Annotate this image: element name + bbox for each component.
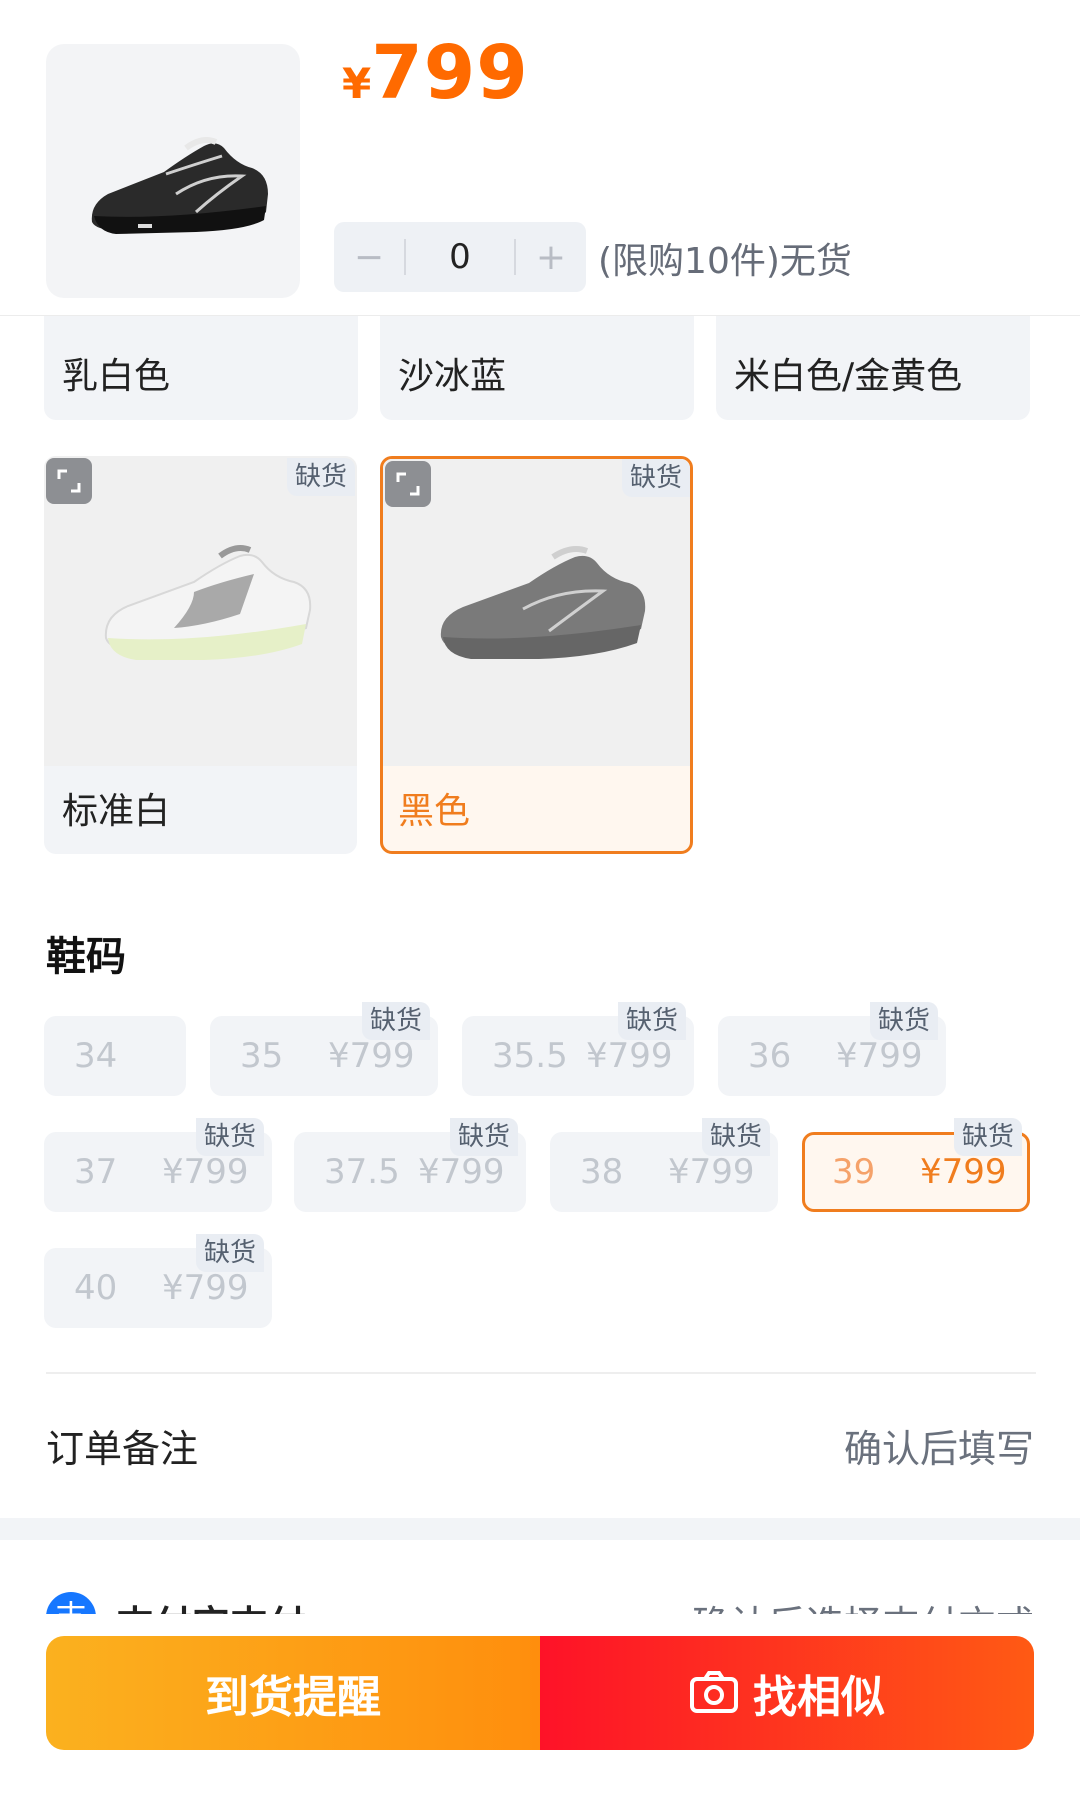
black-shoe-image <box>91 137 268 234</box>
increase-button[interactable]: + <box>516 222 586 292</box>
size-value: 35 <box>240 1036 284 1076</box>
white-shoe-image <box>104 545 312 660</box>
size-price: ¥799 <box>586 1036 673 1076</box>
size-option[interactable]: 37.5 ¥799 缺货 <box>294 1118 526 1212</box>
size-price: ¥799 <box>162 1268 249 1308</box>
expand-image-icon[interactable] <box>385 461 431 507</box>
out-of-stock-badge: 缺货 <box>621 459 690 497</box>
price-currency: ¥ <box>342 59 372 108</box>
size-value: 38 <box>580 1152 624 1192</box>
price-value: 799 <box>371 30 529 116</box>
size-value: 40 <box>74 1268 118 1308</box>
expand-image-icon[interactable] <box>46 458 92 504</box>
out-of-stock-badge: 缺货 <box>701 1118 770 1156</box>
stock-limit-note: (限购10件)无货 <box>598 241 852 282</box>
size-value: 36 <box>748 1036 792 1076</box>
size-value: 35.5 <box>492 1036 568 1076</box>
quantity-stepper[interactable]: − 0 + <box>334 222 586 292</box>
color-option-milk-white[interactable]: 乳白色 <box>44 300 358 420</box>
out-of-stock-badge: 缺货 <box>869 1002 938 1040</box>
color-option-sand-blue[interactable]: 沙冰蓝 <box>380 300 694 420</box>
size-section-title: 鞋码 <box>46 934 126 980</box>
restock-notify-label: 到货提醒 <box>205 1672 381 1723</box>
size-option-selected[interactable]: 39 ¥799 缺货 <box>802 1118 1030 1212</box>
size-price: ¥799 <box>162 1152 249 1192</box>
section-divider <box>46 1372 1036 1374</box>
size-option[interactable]: 40 ¥799 缺货 <box>44 1234 272 1328</box>
size-price: ¥799 <box>418 1152 505 1192</box>
color-option-label: 黑色 <box>398 791 471 832</box>
size-value: 37.5 <box>324 1152 400 1192</box>
color-option-image <box>383 459 690 766</box>
size-option[interactable]: 34 <box>44 1016 186 1096</box>
out-of-stock-badge: 缺货 <box>195 1234 264 1272</box>
color-option-black[interactable]: 缺货 黑色 <box>380 456 693 854</box>
alipay-icon: 支 <box>46 1592 96 1614</box>
size-option[interactable]: 38 ¥799 缺货 <box>550 1118 778 1212</box>
color-option-label: 标准白 <box>62 791 171 832</box>
product-summary-header: ¥799 − 0 + (限购10件)无货 <box>0 0 1080 316</box>
color-option-label: 乳白色 <box>62 356 171 397</box>
size-price: ¥799 <box>836 1036 923 1076</box>
payment-method-label: 支付宝支付 <box>116 1594 306 1614</box>
out-of-stock-badge: 缺货 <box>361 1002 430 1040</box>
black-shoe-image <box>440 546 646 659</box>
out-of-stock-badge: 缺货 <box>286 458 355 496</box>
camera-icon <box>690 1671 738 1713</box>
out-of-stock-badge: 缺货 <box>617 1002 686 1040</box>
color-option-image <box>44 456 357 766</box>
size-option[interactable]: 35 ¥799 缺货 <box>210 1002 438 1096</box>
size-value: 37 <box>74 1152 118 1192</box>
size-option[interactable]: 35.5 ¥799 缺货 <box>462 1002 694 1096</box>
size-value: 34 <box>74 1036 118 1076</box>
order-remark-label: 订单备注 <box>46 1427 199 1471</box>
color-option-cream-gold[interactable]: 米白色/金黄色 <box>716 300 1030 420</box>
size-option[interactable]: 37 ¥799 缺货 <box>44 1118 272 1212</box>
order-remark-value[interactable]: 确认后填写 <box>844 1418 1034 1473</box>
bottom-action-bar: 到货提醒 找相似 <box>46 1636 1034 1750</box>
product-thumbnail[interactable] <box>46 44 300 298</box>
size-price: ¥799 <box>920 1152 1007 1192</box>
product-price: ¥799 <box>342 36 529 110</box>
size-value: 39 <box>832 1152 876 1192</box>
find-similar-button[interactable]: 找相似 <box>540 1636 1034 1750</box>
quantity-value[interactable]: 0 <box>406 237 514 277</box>
section-separator <box>0 1518 1080 1540</box>
size-option[interactable]: 36 ¥799 缺货 <box>718 1002 946 1096</box>
size-price: ¥799 <box>668 1152 755 1192</box>
out-of-stock-badge: 缺货 <box>195 1118 264 1156</box>
find-similar-label: 找相似 <box>753 1672 885 1723</box>
decrease-button[interactable]: − <box>334 222 404 292</box>
color-option-standard-white[interactable]: 缺货 标准白 <box>44 456 357 854</box>
out-of-stock-badge: 缺货 <box>953 1118 1022 1156</box>
size-price: ¥799 <box>328 1036 415 1076</box>
color-option-label: 沙冰蓝 <box>398 356 507 397</box>
out-of-stock-badge: 缺货 <box>449 1118 518 1156</box>
payment-method-value: 确认后选择支付方式 <box>692 1594 1034 1614</box>
payment-method-row[interactable]: 支 支付宝支付 确认后选择支付方式 <box>0 1592 1080 1614</box>
restock-notify-button[interactable]: 到货提醒 <box>46 1636 540 1750</box>
color-option-label: 米白色/金黄色 <box>734 356 963 397</box>
